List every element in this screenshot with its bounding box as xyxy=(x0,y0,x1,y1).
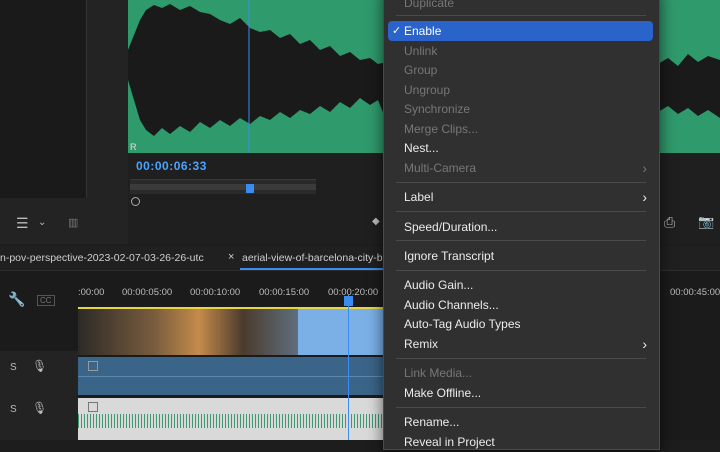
tab-sequence-2[interactable]: aerial-view-of-barcelona-city-bu xyxy=(242,252,388,264)
wrench-icon[interactable]: 🔧 xyxy=(8,291,25,308)
chevron-right-icon: › xyxy=(642,189,647,205)
playhead-timecode[interactable]: 00:00:06:33 xyxy=(136,159,207,173)
menu-item-ignore-transcript[interactable]: Ignore Transcript xyxy=(388,246,653,266)
audio-clip-2[interactable] xyxy=(78,398,383,440)
menu-item-rename[interactable]: Rename... xyxy=(388,412,653,432)
menu-item-group[interactable]: Group xyxy=(388,60,653,80)
ruler-tick-label: 00:00:45:00 xyxy=(670,287,720,298)
channel-r-label-bottom: R xyxy=(130,142,137,152)
menu-item-reveal-in-project[interactable]: Reveal in Project xyxy=(388,432,653,452)
menu-separator xyxy=(396,270,646,271)
menu-item-audio-gain[interactable]: Audio Gain... xyxy=(388,275,653,295)
microphone-icon[interactable]: 🎙 xyxy=(32,359,47,373)
ruler-tick-label: 00:00:15:00 xyxy=(259,287,310,298)
menu-separator xyxy=(396,407,646,408)
menu-item-duplicate[interactable]: Duplicate xyxy=(388,0,653,13)
ruler-tick-label: 00:00:10:00 xyxy=(190,287,241,298)
menu-item-unlink[interactable]: Unlink xyxy=(388,41,653,61)
export-frame-icon[interactable]: ⎙ xyxy=(664,214,675,231)
menu-separator xyxy=(396,15,646,16)
menu-item-speed-duration[interactable]: Speed/Duration... xyxy=(388,217,653,237)
track-solo-toggle[interactable]: S xyxy=(10,404,17,415)
menu-separator xyxy=(396,240,646,241)
menu-item-merge-clips[interactable]: Merge Clips... xyxy=(388,119,653,139)
audio-waveform-right xyxy=(658,0,720,153)
volume-line[interactable] xyxy=(78,376,383,377)
clip-context-menu: Duplicate ✓ Enable Unlink Group Ungroup S… xyxy=(383,0,660,450)
chevron-down-icon[interactable]: ⌄ xyxy=(38,217,46,228)
menu-separator xyxy=(396,358,646,359)
menu-separator xyxy=(396,211,646,212)
list-view-icon[interactable]: ☰ xyxy=(16,215,29,232)
ruler-tick-label: 00:00:05:00 xyxy=(122,287,173,298)
tab-close-icon[interactable]: × xyxy=(228,251,234,263)
fx-badge-icon xyxy=(88,361,98,371)
freeform-view-icon[interactable]: ▥ xyxy=(68,216,78,229)
channel-r-label: R xyxy=(128,30,129,40)
menu-item-remix[interactable]: Remix › xyxy=(388,334,653,354)
menu-item-multi-camera[interactable]: Multi-Camera › xyxy=(388,158,653,178)
zoom-handle[interactable] xyxy=(131,197,140,206)
project-panel: ☰ ⌄ ▥ xyxy=(0,0,128,244)
audio-waveform: R xyxy=(128,0,386,153)
menu-item-nest[interactable]: Nest... xyxy=(388,138,653,158)
menu-item-link-media[interactable]: Link Media... xyxy=(388,363,653,383)
captions-icon[interactable]: CC xyxy=(37,295,55,306)
chevron-right-icon: › xyxy=(642,160,647,176)
microphone-icon[interactable]: 🎙 xyxy=(32,401,47,415)
audio-clip-1[interactable] xyxy=(78,357,383,395)
menu-item-synchronize[interactable]: Synchronize xyxy=(388,99,653,119)
ruler-tick-label: :00:00 xyxy=(78,287,105,298)
fx-badge-icon xyxy=(88,402,98,412)
menu-item-auto-tag-audio-types[interactable]: Auto-Tag Audio Types xyxy=(388,314,653,334)
checkmark-icon: ✓ xyxy=(392,25,402,37)
track-headers: S 🎙 S 🎙 xyxy=(0,351,78,440)
tab-sequence-1[interactable]: n-pov-perspective-2023-02-07-03-26-26-ut… xyxy=(0,252,204,264)
video-clip-thumbnail xyxy=(78,309,298,355)
scrub-bar-range xyxy=(130,184,316,190)
active-tab-indicator xyxy=(240,268,384,270)
chevron-right-icon: › xyxy=(642,336,647,352)
marker-icon[interactable]: ◆ xyxy=(372,216,380,227)
menu-item-enable[interactable]: ✓ Enable xyxy=(388,21,653,41)
project-panel-content xyxy=(0,0,87,198)
menu-item-label[interactable]: Label › xyxy=(388,187,653,207)
camera-icon[interactable]: 📷 xyxy=(698,214,714,230)
scrub-playhead[interactable] xyxy=(246,184,254,193)
menu-item-ungroup[interactable]: Ungroup xyxy=(388,80,653,100)
ruler-tick-label: 00:00:20:00 xyxy=(328,287,379,298)
menu-item-make-offline[interactable]: Make Offline... xyxy=(388,383,653,403)
menu-separator xyxy=(396,182,646,183)
track-solo-toggle[interactable]: S xyxy=(10,362,17,373)
timeline-playhead[interactable] xyxy=(344,296,353,306)
video-clip[interactable] xyxy=(78,307,383,355)
audio-waveform-strip xyxy=(78,414,383,428)
menu-item-audio-channels[interactable]: Audio Channels... xyxy=(388,295,653,315)
scrub-bar[interactable] xyxy=(130,179,316,194)
timeline-playhead-line xyxy=(348,295,349,440)
